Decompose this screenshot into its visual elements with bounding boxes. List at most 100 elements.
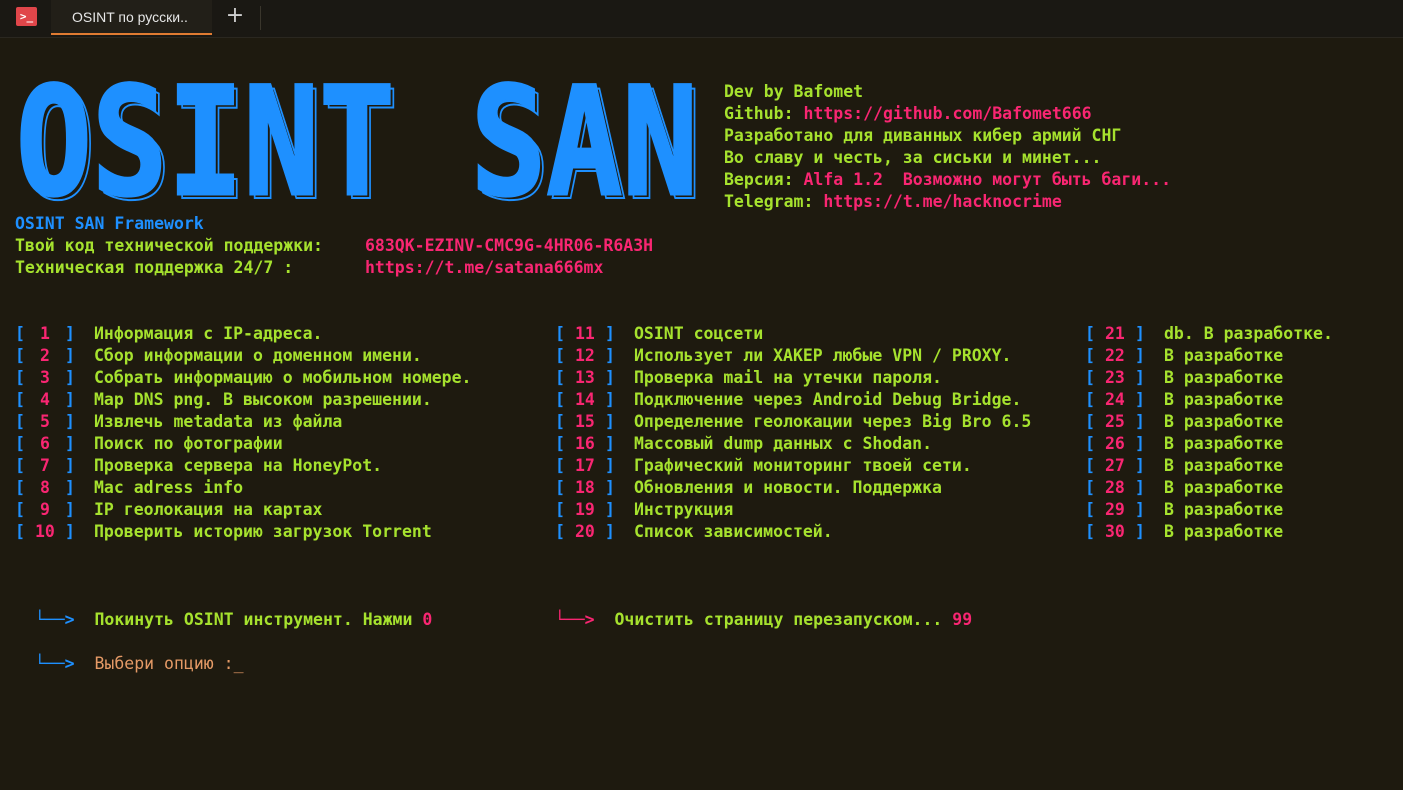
menu-item-7[interactable]: [7] [15,455,75,477]
menu-label[interactable]: В разработке [1164,367,1283,389]
info-label: Разработано для диванных кибер армий СНГ [724,126,1122,145]
menu-number: 16 [575,434,595,453]
menu-label[interactable]: В разработке [1164,433,1283,455]
menu-item-26[interactable]: [26] [1085,433,1145,455]
menu-item-2[interactable]: [2] [15,345,75,367]
menu-label[interactable]: В разработке [1164,411,1283,433]
menu-label[interactable]: Графический мониторинг твоей сети. [634,455,972,477]
menu-label[interactable]: Собрать информацию о мобильном номере. [94,367,472,389]
tab-osint[interactable]: OSINT по русски.. [51,0,212,35]
menu-label[interactable]: Информация с IP-адреса. [94,323,322,345]
menu-item-13[interactable]: [13] [555,367,615,389]
menu-item-16[interactable]: [16] [555,433,615,455]
menu-number: 9 [39,500,50,519]
bracket-open: [ [555,434,565,453]
bracket-close: ] [64,522,75,541]
support-label: Техническая поддержка 24/7 : [15,258,294,277]
menu-label[interactable]: В разработке [1164,499,1283,521]
menu-item-15[interactable]: [15] [555,411,615,433]
menu-number: 26 [1105,434,1125,453]
menu-item-9[interactable]: [9] [15,499,75,521]
terminal-icon[interactable]: >_ [16,7,37,26]
menu-label[interactable]: Подключение через Android Debug Bridge. [634,389,1021,411]
menu-label[interactable]: В разработке [1164,389,1283,411]
menu-item-24[interactable]: [24] [1085,389,1145,411]
menu-item-20[interactable]: [20] [555,521,615,543]
menu-item-11[interactable]: [11] [555,323,615,345]
menu-item-5[interactable]: [5] [15,411,75,433]
menu-label[interactable]: Определение геолокации через Big Bro 6.5 [634,411,1031,433]
exit-option: └──> Покинуть OSINT инструмент. Нажми 0 [15,587,432,631]
bracket-open: [ [15,500,25,519]
menu-label[interactable]: Map DNS png. В высоком разрешении. [94,389,432,411]
menu-label[interactable]: В разработке [1164,345,1283,367]
menu-item-12[interactable]: [12] [555,345,615,367]
exit-key: 0 [422,610,433,629]
bracket-open: [ [555,456,565,475]
menu-item-30[interactable]: [30] [1085,521,1145,543]
menu-label[interactable]: IP геолокация на картах [94,499,322,521]
menu-label[interactable]: Поиск по фотографии [94,433,283,455]
menu-item-3[interactable]: [3] [15,367,75,389]
menu-item-25[interactable]: [25] [1085,411,1145,433]
menu-item-23[interactable]: [23] [1085,367,1145,389]
menu-label[interactable]: Проверка mail на утечки пароля. [634,367,942,389]
menu-label[interactable]: В разработке [1164,477,1283,499]
menu-number: 22 [1105,346,1125,365]
menu-label[interactable]: Извлечь metadata из файла [94,411,342,433]
menu-number: 4 [39,390,50,409]
bracket-close: ] [64,368,75,387]
menu-item-28[interactable]: [28] [1085,477,1145,499]
menu-label[interactable]: В разработке [1164,455,1283,477]
bracket-close: ] [604,478,615,497]
menu-number: 28 [1105,478,1125,497]
menu-label[interactable]: Mac adress info [94,477,243,499]
menu-item-10[interactable]: [10] [15,521,75,543]
menu-item-22[interactable]: [22] [1085,345,1145,367]
menu-label[interactable]: Обновления и новости. Поддержка [634,477,942,499]
prompt-text: Выбери опцию : [94,654,234,673]
menu-label[interactable]: db. В разработке. [1164,323,1333,345]
info-line: Версия: Alfa 1.2 Возможно могут быть баг… [724,169,1171,191]
clear-option: └──> Очистить страницу перезапуском... 9… [535,587,972,631]
info-line: Dev by Bafomet [724,81,863,103]
menu-label[interactable]: Проверить историю загрузок Torrent [94,521,432,543]
bracket-close: ] [1134,500,1145,519]
plus-icon[interactable]: + [222,4,248,30]
menu-label[interactable]: В разработке [1164,521,1283,543]
menu-item-1[interactable]: [1] [15,323,75,345]
menu-item-21[interactable]: [21] [1085,323,1145,345]
menu-label[interactable]: Массовый dump данных с Shodan. [634,433,932,455]
menu-item-4[interactable]: [4] [15,389,75,411]
menu-item-17[interactable]: [17] [555,455,615,477]
support-code: 683QK-EZINV-CMC9G-4HR06-R6A3H [365,236,654,255]
menu-item-6[interactable]: [6] [15,433,75,455]
bracket-close: ] [1134,434,1145,453]
menu-number: 12 [575,346,595,365]
menu-item-29[interactable]: [29] [1085,499,1145,521]
menu-label[interactable]: Инструкция [634,499,733,521]
info-line: Telegram: https://t.me/hacknocrime [724,191,1062,213]
menu-number: 13 [575,368,595,387]
menu-number: 15 [575,412,595,431]
bracket-open: [ [15,368,25,387]
menu-number: 8 [39,478,50,497]
bracket-open: [ [15,522,25,541]
menu-item-19[interactable]: [19] [555,499,615,521]
prompt-line[interactable]: └──> Выбери опцию :_ [15,631,244,675]
menu-item-27[interactable]: [27] [1085,455,1145,477]
menu-item-18[interactable]: [18] [555,477,615,499]
menu-label[interactable]: OSINT соцсети [634,323,763,345]
bracket-open: [ [1085,456,1095,475]
bracket-close: ] [64,390,75,409]
menu-label[interactable]: Использует ли ХАКЕР любые VPN / PROXY. [634,345,1012,367]
menu-label[interactable]: Список зависимостей. [634,521,833,543]
bracket-close: ] [604,434,615,453]
menu-label[interactable]: Сбор информации о доменном имени. [94,345,422,367]
cursor[interactable]: _ [234,654,244,673]
bracket-open: [ [15,434,25,453]
menu-item-8[interactable]: [8] [15,477,75,499]
support-link[interactable]: https://t.me/satana666mx [365,257,603,279]
menu-item-14[interactable]: [14] [555,389,615,411]
menu-label[interactable]: Проверка сервера на HoneyPot. [94,455,382,477]
